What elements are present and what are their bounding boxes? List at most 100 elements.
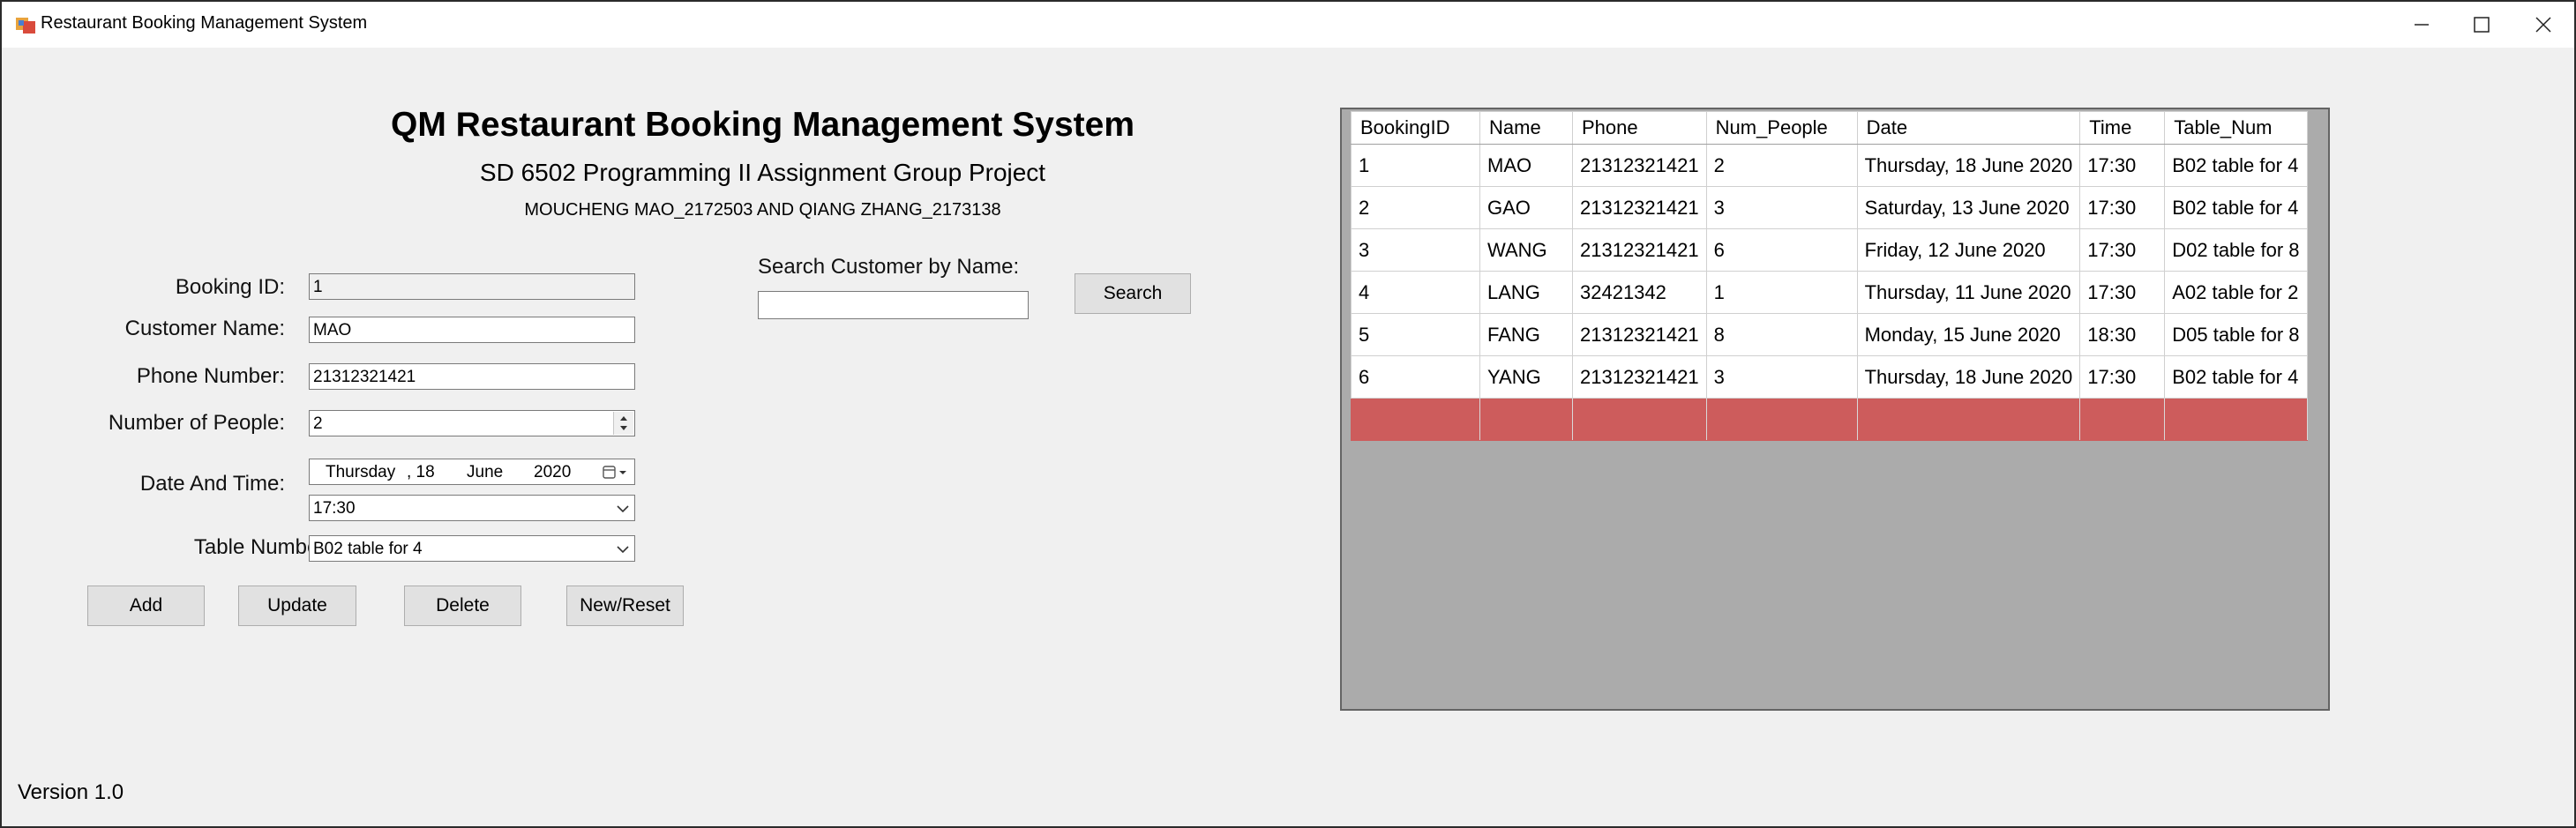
cell[interactable]: 2 bbox=[1705, 144, 1858, 187]
cell[interactable]: 32421342 bbox=[1572, 271, 1707, 314]
cell[interactable] bbox=[1351, 398, 1480, 441]
cell[interactable]: 17:30 bbox=[2079, 355, 2166, 399]
search-label: Search Customer by Name: bbox=[758, 255, 1020, 279]
add-button[interactable]: Add bbox=[87, 586, 205, 626]
cell[interactable]: 17:30 bbox=[2079, 144, 2166, 187]
booking-id-label: Booking ID: bbox=[175, 275, 285, 299]
new-reset-button[interactable]: New/Reset bbox=[566, 586, 684, 626]
table-row[interactable]: 1 MAO 21312321421 2 Thursday, 18 June 20… bbox=[1351, 144, 2308, 187]
date-picker[interactable]: Thursday , 18 June 2020 bbox=[309, 459, 635, 485]
column-header[interactable]: Name bbox=[1479, 111, 1573, 145]
cell[interactable]: Saturday, 13 June 2020 bbox=[1856, 186, 2081, 229]
minimize-button[interactable] bbox=[2391, 2, 2452, 48]
cell[interactable] bbox=[1479, 398, 1573, 441]
update-button[interactable]: Update bbox=[238, 586, 356, 626]
cell[interactable]: 5 bbox=[1351, 313, 1480, 356]
cell[interactable]: GAO bbox=[1479, 186, 1573, 229]
cell[interactable]: 6 bbox=[1705, 228, 1858, 272]
cell[interactable]: Thursday, 18 June 2020 bbox=[1856, 355, 2081, 399]
cell[interactable]: WANG bbox=[1479, 228, 1573, 272]
cell[interactable]: Thursday, 11 June 2020 bbox=[1856, 271, 2081, 314]
cell[interactable]: 1 bbox=[1705, 271, 1858, 314]
cell[interactable]: D05 table for 8 bbox=[2164, 313, 2308, 356]
number-of-people-stepper[interactable]: 2 bbox=[309, 410, 635, 436]
cell[interactable]: Monday, 15 June 2020 bbox=[1856, 313, 2081, 356]
cell[interactable]: YANG bbox=[1479, 355, 1573, 399]
customer-name-field[interactable]: MAO bbox=[309, 317, 635, 343]
cell[interactable]: B02 table for 4 bbox=[2164, 144, 2308, 187]
search-button[interactable]: Search bbox=[1075, 273, 1191, 314]
cell[interactable] bbox=[1856, 398, 2081, 441]
table-row[interactable]: 4 LANG 32421342 1 Thursday, 11 June 2020… bbox=[1351, 271, 2308, 314]
column-header[interactable]: Phone bbox=[1572, 111, 1707, 145]
date-day: , 18 bbox=[407, 463, 435, 481]
cell[interactable]: A02 table for 2 bbox=[2164, 271, 2308, 314]
cell[interactable]: 3 bbox=[1351, 228, 1480, 272]
cell[interactable]: D02 table for 8 bbox=[2164, 228, 2308, 272]
table-number-select[interactable]: B02 table for 4 bbox=[309, 535, 635, 562]
customer-name-label: Customer Name: bbox=[124, 317, 285, 340]
cell[interactable]: 8 bbox=[1705, 313, 1858, 356]
cell[interactable]: 21312321421 bbox=[1572, 313, 1707, 356]
stepper-arrows-icon bbox=[620, 416, 627, 430]
cell[interactable] bbox=[2164, 398, 2308, 441]
cell[interactable]: Friday, 12 June 2020 bbox=[1856, 228, 2081, 272]
booking-id-field[interactable]: 1 bbox=[309, 273, 635, 300]
column-header[interactable]: Date bbox=[1856, 111, 2081, 145]
column-header[interactable]: Time bbox=[2079, 111, 2166, 145]
table-row[interactable]: 2 GAO 21312321421 3 Saturday, 13 June 20… bbox=[1351, 186, 2308, 229]
cell[interactable] bbox=[1705, 398, 1858, 441]
cell[interactable]: B02 table for 4 bbox=[2164, 355, 2308, 399]
phone-number-label: Phone Number: bbox=[136, 364, 285, 388]
app-icon bbox=[16, 18, 35, 34]
calendar-dropdown-icon[interactable] bbox=[603, 465, 629, 481]
phone-number-field[interactable]: 21312321421 bbox=[309, 363, 635, 390]
table-row[interactable]: 6 YANG 21312321421 3 Thursday, 18 June 2… bbox=[1351, 355, 2308, 399]
cell[interactable]: 18:30 bbox=[2079, 313, 2166, 356]
delete-button[interactable]: Delete bbox=[404, 586, 521, 626]
date-time-label: Date And Time: bbox=[139, 472, 285, 496]
cell[interactable]: 6 bbox=[1351, 355, 1480, 399]
time-select[interactable]: 17:30 bbox=[309, 495, 635, 521]
column-header[interactable]: Table_Num bbox=[2164, 111, 2308, 145]
search-input[interactable] bbox=[758, 291, 1029, 319]
column-header[interactable]: BookingID bbox=[1351, 111, 1480, 145]
maximize-button[interactable] bbox=[2451, 2, 2512, 48]
cell[interactable]: Thursday, 18 June 2020 bbox=[1856, 144, 2081, 187]
close-icon bbox=[2535, 17, 2551, 33]
stepper-buttons[interactable] bbox=[613, 412, 633, 435]
cell[interactable]: 21312321421 bbox=[1572, 228, 1707, 272]
date-weekday: Thursday bbox=[326, 463, 396, 481]
cell[interactable]: 21312321421 bbox=[1572, 186, 1707, 229]
cell[interactable]: LANG bbox=[1479, 271, 1573, 314]
table-row[interactable]: 5 FANG 21312321421 8 Monday, 15 June 202… bbox=[1351, 313, 2308, 356]
cell[interactable]: 21312321421 bbox=[1572, 144, 1707, 187]
cell[interactable]: 21312321421 bbox=[1572, 355, 1707, 399]
time-value: 17:30 bbox=[313, 499, 356, 518]
cell[interactable]: 17:30 bbox=[2079, 228, 2166, 272]
cell[interactable]: 3 bbox=[1705, 186, 1858, 229]
table-header-row: BookingID Name Phone Num_People Date Tim… bbox=[1351, 111, 2308, 145]
table-row[interactable]: 3 WANG 21312321421 6 Friday, 12 June 202… bbox=[1351, 228, 2308, 272]
new-row[interactable] bbox=[1351, 398, 2308, 441]
cell[interactable]: FANG bbox=[1479, 313, 1573, 356]
title-bar: Restaurant Booking Management System bbox=[2, 2, 2574, 48]
cell[interactable]: 3 bbox=[1705, 355, 1858, 399]
cell[interactable]: 4 bbox=[1351, 271, 1480, 314]
cell[interactable]: MAO bbox=[1479, 144, 1573, 187]
chevron-down-icon bbox=[617, 546, 629, 554]
cell[interactable]: 17:30 bbox=[2079, 271, 2166, 314]
window-title: Restaurant Booking Management System bbox=[41, 13, 368, 33]
bookings-grid[interactable]: BookingID Name Phone Num_People Date Tim… bbox=[1340, 108, 2330, 711]
cell[interactable]: 2 bbox=[1351, 186, 1480, 229]
cell[interactable]: 1 bbox=[1351, 144, 1480, 187]
cell[interactable]: B02 table for 4 bbox=[2164, 186, 2308, 229]
page-subtitle: SD 6502 Programming II Assignment Group … bbox=[479, 159, 1046, 186]
date-month: June bbox=[467, 463, 504, 481]
table-number-value: B02 table for 4 bbox=[313, 540, 423, 558]
cell[interactable] bbox=[2079, 398, 2166, 441]
close-button[interactable] bbox=[2512, 2, 2574, 48]
cell[interactable]: 17:30 bbox=[2079, 186, 2166, 229]
cell[interactable] bbox=[1572, 398, 1707, 441]
column-header[interactable]: Num_People bbox=[1705, 111, 1858, 145]
